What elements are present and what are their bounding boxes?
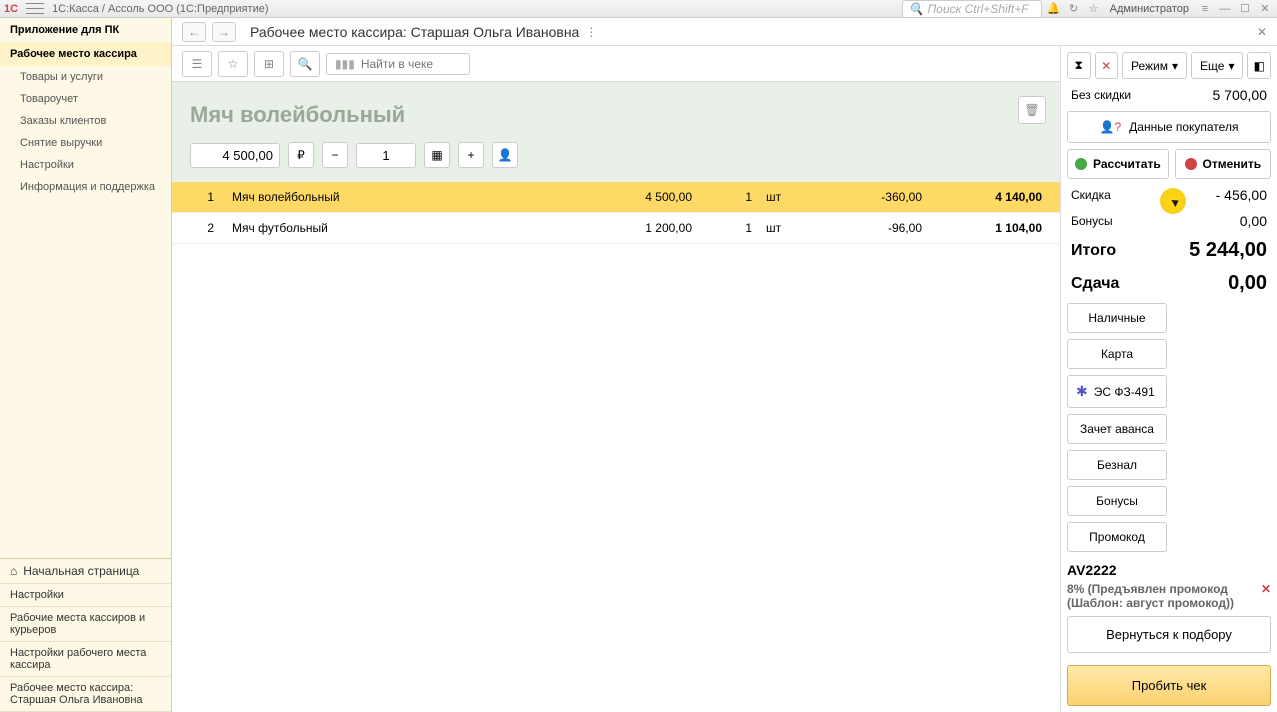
back-to-selection-button[interactable]: Вернуться к подбору [1067, 616, 1271, 653]
pay-cash-button[interactable]: Наличные [1067, 303, 1167, 333]
table-row[interactable]: 2 Мяч футбольный 1 200,00 1 шт -96,00 1 … [172, 213, 1060, 244]
remove-promo-icon[interactable]: ✕ [1261, 582, 1271, 596]
history-icon[interactable]: ↻ [1066, 1, 1082, 17]
sidebar-sub-inventory[interactable]: Товароучет [0, 88, 171, 110]
page-header: ← → Рабочее место кассира: Старшая Ольга… [172, 18, 1277, 46]
bonus-label: Бонусы [1071, 214, 1113, 228]
person-question-icon: 👤? [1100, 120, 1122, 134]
pay-bonus-button[interactable]: Бонусы [1067, 486, 1167, 516]
no-discount-label: Без скидки [1071, 88, 1131, 102]
check-icon [1075, 158, 1087, 170]
sidebar-sub-goods[interactable]: Товары и услуги [0, 66, 171, 88]
qty-input[interactable] [356, 143, 416, 168]
sidebar-sub-orders[interactable]: Заказы клиентов [0, 110, 171, 132]
person-icon-button[interactable]: 👤 [492, 142, 518, 168]
calculate-button[interactable]: Рассчитать [1067, 149, 1169, 179]
asterisk-icon: ✱ [1076, 383, 1088, 400]
more-button[interactable]: Еще▾ [1191, 52, 1243, 79]
discount-label: Скидка [1071, 188, 1111, 202]
sidebar-sub-info[interactable]: Информация и поддержка [0, 176, 171, 198]
receipt-table: 1 Мяч волейбольный 4 500,00 1 шт -360,00… [172, 182, 1060, 712]
bell-icon[interactable]: 🔔 [1046, 1, 1062, 17]
home-icon: ⌂ [10, 564, 17, 578]
change-value: 0,00 [1228, 272, 1267, 295]
search-button[interactable]: 🔍 [290, 51, 320, 77]
pay-promo-button[interactable]: Промокод [1067, 522, 1167, 552]
mode-button[interactable]: Режим▾ [1122, 52, 1187, 79]
sidebar-workplace-settings[interactable]: Настройки рабочего места кассира [0, 642, 171, 677]
item-header: Мяч волейбольный 🗑 [172, 82, 1060, 142]
search-receipt-input[interactable] [361, 57, 461, 71]
toolbar: ☰ ☆ ⊞ 🔍 ▮▮▮ [172, 46, 1060, 82]
panel-toggle-button[interactable]: ◧ [1247, 52, 1271, 79]
no-discount-value: 5 700,00 [1213, 87, 1268, 103]
page-close-icon[interactable]: ✕ [1257, 25, 1267, 39]
chevron-down-icon: ▾ [1228, 59, 1234, 73]
sidebar-current-workplace[interactable]: Рабочее место кассира: Старшая Ольга Ива… [0, 677, 171, 712]
right-panel: ⧗ ✕ Режим▾ Еще▾ ◧ Без скидки 5 700,00 👤?Д… [1060, 46, 1277, 712]
nav-back-button[interactable]: ← [182, 22, 206, 42]
sidebar-settings[interactable]: Настройки [0, 584, 171, 607]
promo-code: AV2222 [1067, 562, 1271, 578]
checkout-button[interactable]: Пробить чек [1067, 665, 1271, 706]
sidebar-home[interactable]: ⌂Начальная страница [0, 559, 171, 584]
sidebar-item-cashier[interactable]: Рабочее место кассира [0, 42, 171, 66]
discount-value: - 456,00 [1216, 187, 1267, 203]
star-icon[interactable]: ☆ [1086, 1, 1102, 17]
item-title: Мяч волейбольный [190, 102, 1042, 128]
barcode-icon: ▮▮▮ [335, 57, 355, 71]
grid-view-button[interactable]: ⊞ [254, 51, 284, 77]
minimize-icon[interactable]: — [1217, 1, 1233, 17]
menu-icon[interactable] [26, 2, 44, 16]
sidebar-sub-revenue[interactable]: Снятие выручки [0, 132, 171, 154]
global-search[interactable]: 🔍 Поиск Ctrl+Shift+F [902, 0, 1042, 18]
maximize-icon[interactable]: ☐ [1237, 1, 1253, 17]
titlebar: 1C 1С:Касса / Ассоль ООО (1С:Предприятие… [0, 0, 1277, 18]
pay-sbp-button[interactable]: ✱ЭС ФЗ-491 [1067, 375, 1167, 408]
pay-advance-button[interactable]: Зачет аванса [1067, 414, 1167, 444]
promo-block: AV2222 8% (Предъявлен промокод (Шаблон: … [1067, 562, 1271, 610]
price-input[interactable] [190, 143, 280, 168]
sidebar-sub-settings[interactable]: Настройки [0, 154, 171, 176]
clear-button[interactable]: ✕ [1095, 52, 1119, 79]
cancel-button[interactable]: Отменить [1175, 149, 1271, 179]
app-logo: 1C [4, 3, 18, 15]
total-value: 5 244,00 [1189, 239, 1267, 262]
filter-icon[interactable]: ≡ [1197, 1, 1213, 17]
favorite-button[interactable]: ☆ [218, 51, 248, 77]
total-label: Итого [1071, 242, 1116, 260]
delete-button[interactable]: 🗑 [1018, 96, 1046, 124]
nav-forward-button[interactable]: → [212, 22, 236, 42]
search-receipt[interactable]: ▮▮▮ [326, 53, 470, 75]
search-icon: 🔍 [909, 2, 924, 16]
page-title: Рабочее место кассира: Старшая Ольга Ива… [250, 24, 579, 40]
list-view-button[interactable]: ☰ [182, 51, 212, 77]
qty-plus-button[interactable]: + [458, 142, 484, 168]
window-title: 1С:Касса / Ассоль ООО (1С:Предприятие) [52, 3, 902, 15]
customer-button[interactable]: 👤?Данные покупателя [1067, 111, 1271, 143]
hourglass-button[interactable]: ⧗ [1067, 52, 1091, 79]
currency-button[interactable]: ₽ [288, 142, 314, 168]
page-menu-icon[interactable]: ⋮ [585, 25, 597, 39]
change-label: Сдача [1071, 275, 1119, 293]
qty-minus-button[interactable]: − [322, 142, 348, 168]
sidebar-app-name[interactable]: Приложение для ПК [0, 18, 171, 42]
chevron-down-icon: ▾ [1172, 59, 1178, 73]
calc-icon-button[interactable]: ▦ [424, 142, 450, 168]
pay-card-button[interactable]: Карта [1067, 339, 1167, 369]
item-controls: ₽ − ▦ + 👤 [172, 142, 1060, 182]
bonus-value: 0,00 [1240, 213, 1267, 229]
table-row[interactable]: 1 Мяч волейбольный 4 500,00 1 шт -360,00… [172, 182, 1060, 213]
pay-noncash-button[interactable]: Безнал [1067, 450, 1167, 480]
sidebar-workplaces[interactable]: Рабочие места кассиров и курьеров [0, 607, 171, 642]
sidebar: Приложение для ПК Рабочее место кассира … [0, 18, 172, 712]
promo-description: 8% (Предъявлен промокод (Шаблон: август … [1067, 582, 1271, 610]
user-label[interactable]: Администратор [1106, 3, 1193, 15]
cancel-icon [1185, 158, 1197, 170]
close-window-icon[interactable]: ✕ [1257, 1, 1273, 17]
